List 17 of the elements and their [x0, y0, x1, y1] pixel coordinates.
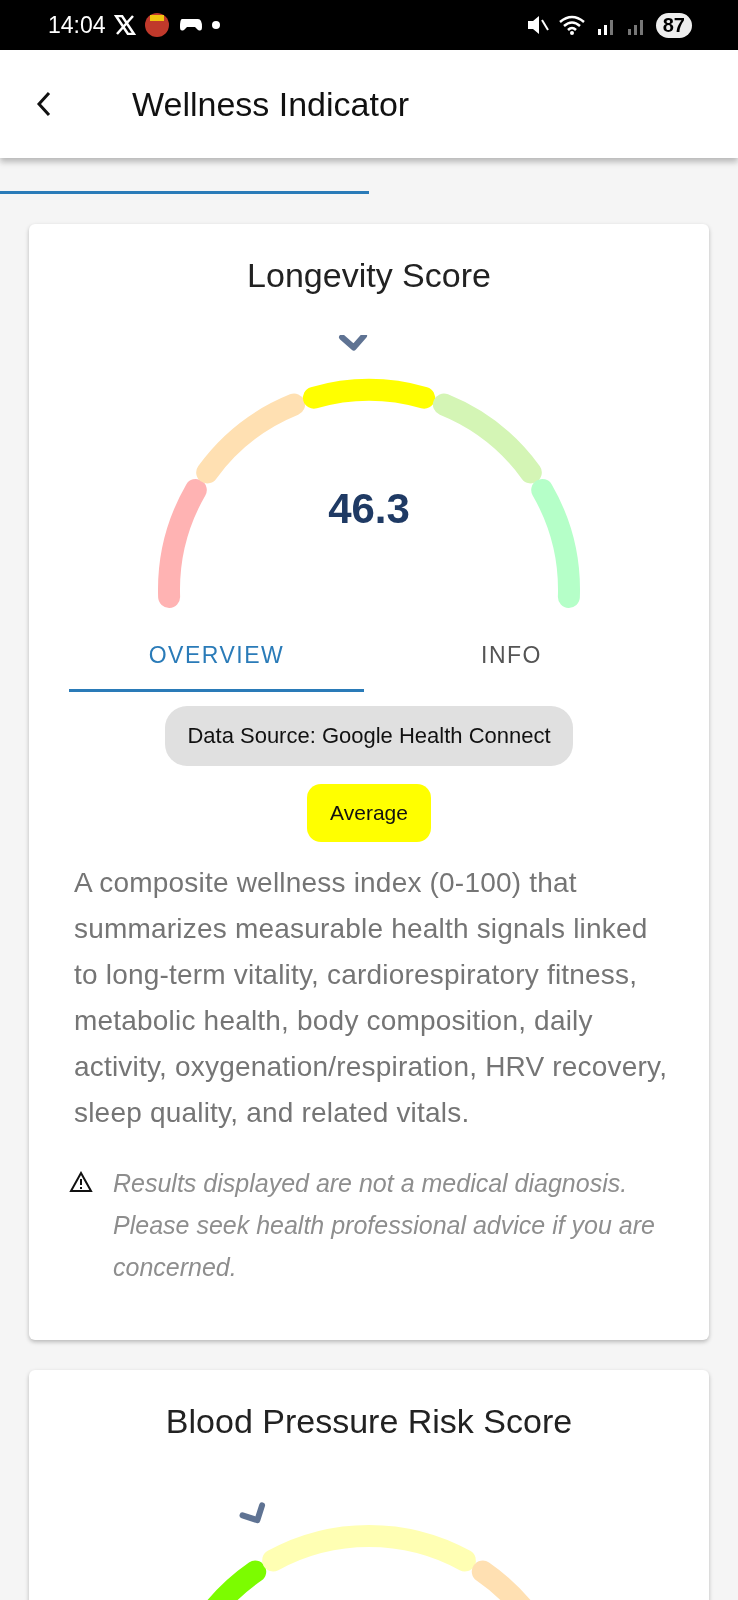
tab[interactable]: OVERVIEW	[69, 620, 364, 692]
score-value: 46.3	[327, 485, 411, 533]
description-text: A composite wellness index (0-100) that summarizes measurable health signals linked to long-term vitality, cardiorespiratory fitness, metabolic health, body composition, daily activity, oxygenation/respiration, HRV recovery, sleep quality, and related vitals.	[73, 866, 669, 1130]
status-time: 14:04	[48, 11, 106, 39]
data-source-chip: Data Source: Google Health Connect	[165, 706, 573, 766]
disclaimer-text: Results displayed are not a medical diagnosis. Please seek health professional advice if you are concerned.	[113, 1168, 656, 1283]
dot-icon	[211, 21, 220, 29]
mute-icon	[525, 14, 550, 36]
battery-level: 87	[655, 12, 692, 38]
status-badge: Average	[307, 784, 431, 842]
page-title: Wellness Indicator	[132, 84, 410, 124]
card-title: Longevity Score	[247, 256, 491, 295]
tab[interactable]: INFO	[364, 620, 659, 692]
card-title: Blood Pressure Risk Score	[165, 1402, 573, 1441]
warning-icon	[69, 1171, 93, 1193]
app-avatar-icon	[143, 12, 170, 38]
x-logo-icon	[113, 15, 136, 35]
